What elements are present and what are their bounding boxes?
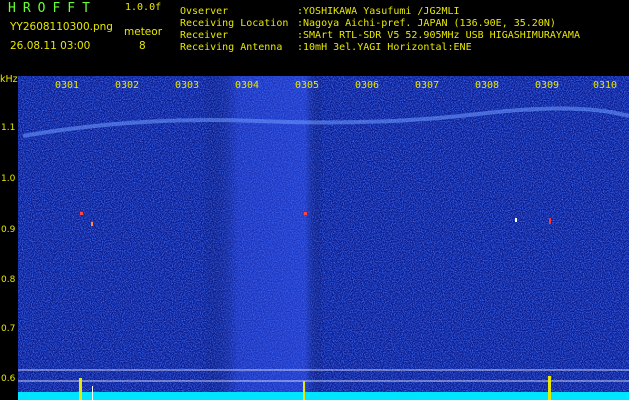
info-value-observer: :YOSHIKAWA Yasufumi /JG2MLI [297,6,460,17]
hrofft-window: HROFFT 1.0.0f YY2608110300.png 26.08.11 … [0,0,629,400]
time-tick-0306: 0306 [355,80,380,91]
meteor-ping-3 [304,212,307,215]
meteor-count: 8 [139,40,146,52]
time-tick-0308: 0308 [475,80,500,91]
info-key-receiver: Receiver [180,30,229,41]
info-key-location: Receiving Location [180,18,289,29]
meteor-echo-4 [92,386,93,400]
meteor-ping-1 [80,212,83,215]
meteor-echo-2 [303,381,305,400]
app-version: 1.0.0f [125,2,162,13]
y-label-0-9: 0.9 [1,225,16,235]
meteor-echo-3 [548,376,551,400]
y-label-0-7: 0.7 [1,324,16,334]
info-value-location: :Nagoya Aichi-pref. JAPAN (136.90E, 35.2… [297,18,556,29]
info-value-receiver: :SMArt RTL-SDR V5 52.905MHz USB HIGASHIM… [297,30,580,41]
y-label-0-8: 0.8 [1,275,16,285]
y-label-0-6: 0.6 [1,374,16,384]
time-tick-0302: 0302 [115,80,140,91]
y-label-1-1: 1.1 [1,123,16,133]
meteor-ping-2 [91,222,93,226]
info-key-antenna: Receiving Antenna [180,42,283,53]
timestamp: 26.08.11 03:00 [10,40,91,52]
info-value-antenna: :10mH 3el.YAGI Horizontal:ENE [297,42,472,53]
meteor-label: meteor [124,26,163,38]
meteor-ping-4 [549,218,551,224]
time-tick-0310: 0310 [593,80,618,91]
header-panel: HROFFT 1.0.0f YY2608110300.png 26.08.11 … [0,0,629,76]
meteor-ping-5 [515,218,517,222]
app-title: HROFFT [8,1,97,16]
noise-level-bar [18,392,629,400]
spectrogram-area [18,76,629,400]
spectrogram-plot [18,76,629,400]
info-key-observer: Ovserver [180,6,229,17]
time-tick-0301: 0301 [55,80,80,91]
time-tick-0304: 0304 [235,80,260,91]
time-tick-0305: 0305 [295,80,320,91]
y-label-1-0: 1.0 [1,174,16,184]
file-name: YY2608110300.png [10,21,113,33]
time-tick-0307: 0307 [415,80,440,91]
meteor-echo-1 [79,378,82,400]
frequency-axis: 1.1 1.0 0.9 0.8 0.7 0.6 [0,76,18,400]
time-tick-0303: 0303 [175,80,200,91]
time-tick-0309: 0309 [535,80,560,91]
